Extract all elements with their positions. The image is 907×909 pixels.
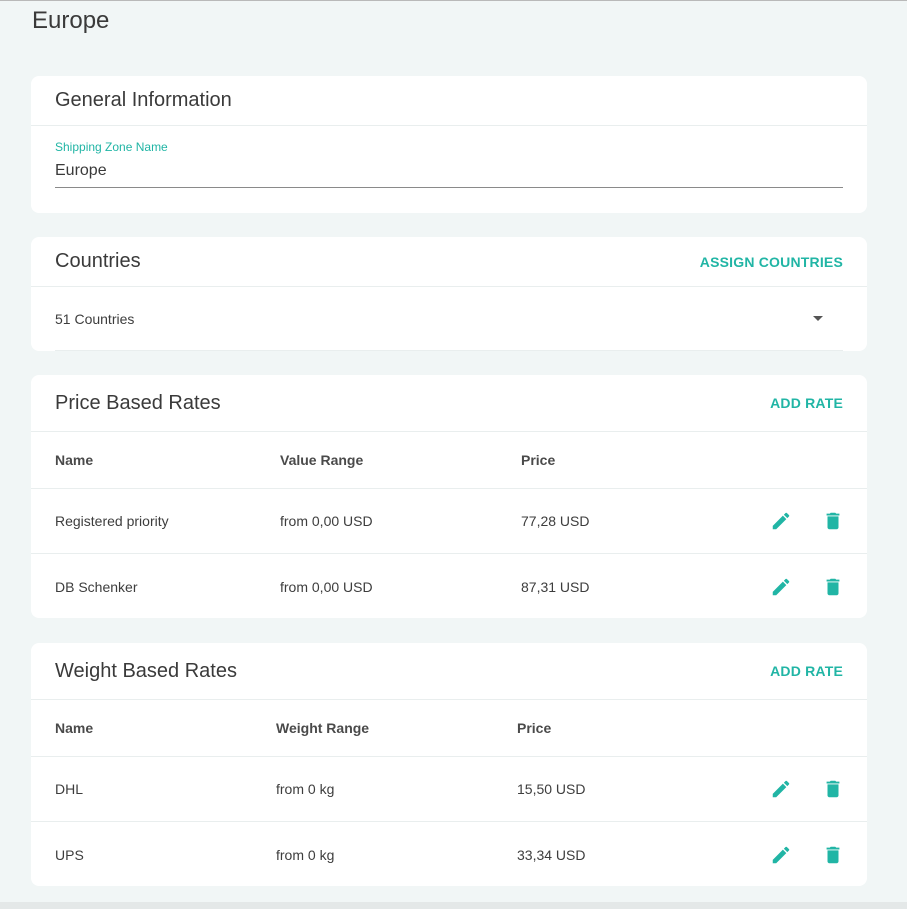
shipping-zone-name-field[interactable]: Shipping Zone Name Europe xyxy=(55,140,843,188)
table-row[interactable]: UPS from 0 kg 33,34 USD xyxy=(31,822,867,886)
rate-price: 15,50 USD xyxy=(517,781,586,797)
weight-based-rates-card: Weight Based Rates ADD RATE Name Weight … xyxy=(31,643,867,886)
rate-value-range: from 0,00 USD xyxy=(280,513,373,529)
price-based-rates-card: Price Based Rates ADD RATE Name Value Ra… xyxy=(31,375,867,618)
trash-icon[interactable] xyxy=(817,505,849,537)
column-header-price: Price xyxy=(521,452,556,468)
page-title: Europe xyxy=(32,7,110,34)
pencil-icon[interactable] xyxy=(765,571,797,603)
general-information-card: General Information Shipping Zone Name E… xyxy=(31,76,867,213)
price-based-rates-header: Price Based Rates ADD RATE xyxy=(31,375,867,432)
countries-expander[interactable]: 51 Countries xyxy=(55,287,843,351)
general-information-header: General Information xyxy=(31,76,867,126)
pencil-icon[interactable] xyxy=(765,839,797,871)
countries-count: 51 Countries xyxy=(55,310,135,327)
column-header-value-range: Value Range xyxy=(280,452,364,468)
bottom-scrollbar[interactable] xyxy=(0,902,907,909)
add-price-rate-button[interactable]: ADD RATE xyxy=(770,395,843,411)
rate-name: DB Schenker xyxy=(55,578,138,595)
weight-based-rates-header: Weight Based Rates ADD RATE xyxy=(31,643,867,700)
shipping-zone-name-input[interactable]: Europe xyxy=(55,162,107,180)
trash-icon[interactable] xyxy=(817,773,849,805)
rate-name: DHL xyxy=(55,781,84,797)
add-weight-rate-button[interactable]: ADD RATE xyxy=(770,663,843,679)
pencil-icon[interactable] xyxy=(765,505,797,537)
column-header-price: Price xyxy=(517,720,552,736)
rate-value-range: from 0,00 USD xyxy=(280,578,373,595)
column-header-name: Name xyxy=(55,452,94,468)
trash-icon[interactable] xyxy=(817,839,849,871)
rate-weight-range: from 0 kg xyxy=(276,781,335,797)
countries-title: Countries xyxy=(55,250,141,272)
table-row[interactable]: DHL from 0 kg 15,50 USD xyxy=(31,757,867,822)
general-information-title: General Information xyxy=(55,89,232,111)
trash-icon[interactable] xyxy=(817,571,849,603)
weight-based-rates-title: Weight Based Rates xyxy=(55,659,237,682)
countries-card: Countries ASSIGN COUNTRIES 51 Countries xyxy=(31,237,867,351)
rate-price: 77,28 USD xyxy=(521,513,590,529)
rate-name: UPS xyxy=(55,846,84,863)
chevron-down-icon[interactable] xyxy=(813,316,823,321)
rate-weight-range: from 0 kg xyxy=(276,846,335,863)
shipping-zone-name-label: Shipping Zone Name xyxy=(55,140,168,154)
rate-price: 87,31 USD xyxy=(521,578,590,595)
assign-countries-button[interactable]: ASSIGN COUNTRIES xyxy=(700,254,843,270)
table-row[interactable]: Registered priority from 0,00 USD 77,28 … xyxy=(31,489,867,554)
table-header-row: Name Weight Range Price xyxy=(31,700,867,757)
pencil-icon[interactable] xyxy=(765,773,797,805)
price-based-rates-title: Price Based Rates xyxy=(55,391,221,414)
table-header-row: Name Value Range Price xyxy=(31,432,867,489)
table-row[interactable]: DB Schenker from 0,00 USD 87,31 USD xyxy=(31,554,867,618)
column-header-weight-range: Weight Range xyxy=(276,720,370,736)
column-header-name: Name xyxy=(55,720,94,736)
countries-header: Countries ASSIGN COUNTRIES xyxy=(31,237,867,287)
rate-price: 33,34 USD xyxy=(517,846,586,863)
rate-name: Registered priority xyxy=(55,513,169,529)
